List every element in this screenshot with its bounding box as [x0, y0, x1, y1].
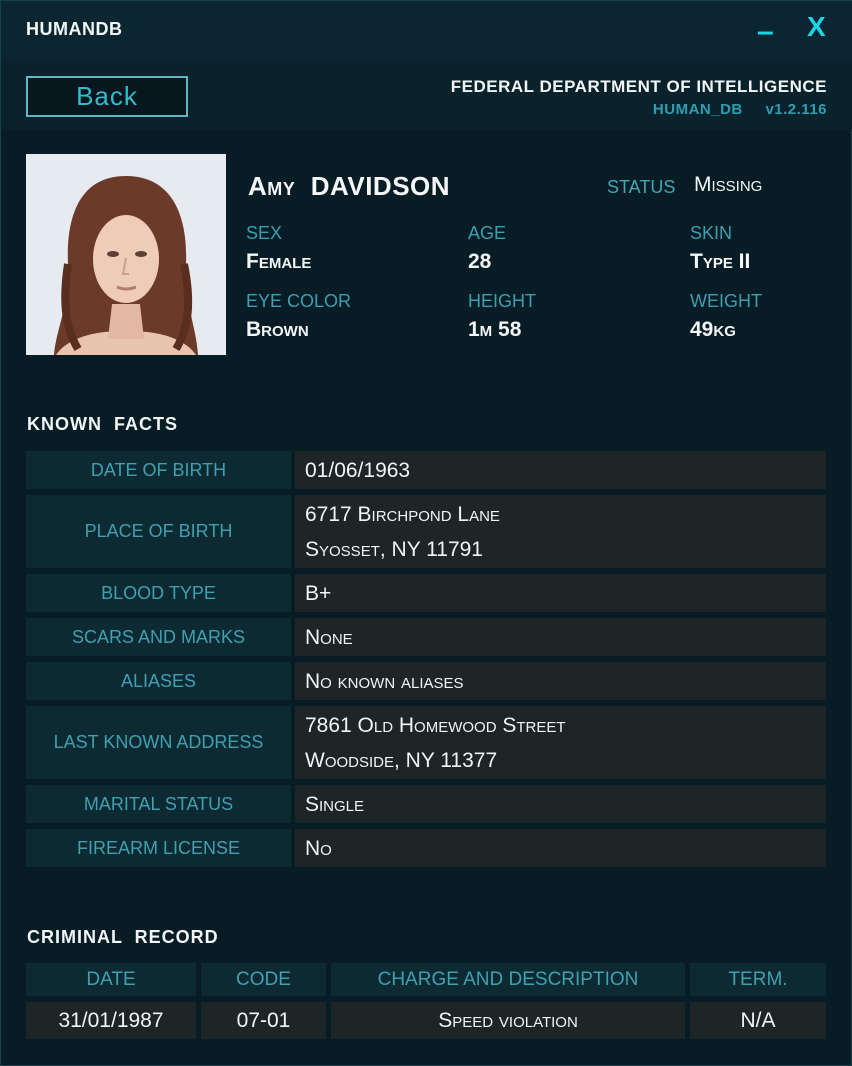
height-label: HEIGHT	[468, 291, 537, 311]
fact-value-line: B+	[305, 581, 332, 605]
skin-label: SKIN	[690, 223, 733, 243]
fact-value-line: None	[305, 625, 353, 649]
status-label: STATUS	[607, 177, 676, 197]
minimize-button[interactable]: –	[757, 17, 774, 47]
fact-value: No	[295, 829, 826, 867]
agency-name: FEDERAL DEPARTMENT OF INTELLIGENCE	[450, 77, 827, 96]
weight-label: WEIGHT	[690, 291, 762, 311]
fact-value: No known aliases	[295, 662, 826, 700]
age-label: AGE	[468, 223, 507, 243]
criminal-record-title: CRIMINAL RECORD	[27, 927, 219, 947]
record-code-cell: 07-01	[201, 1002, 326, 1039]
fact-value: 7861 Old Homewood Street Woodside, NY 11…	[295, 706, 826, 779]
sex-label: SEX	[246, 223, 283, 243]
profile-photo	[26, 154, 226, 355]
app-title: HUMANDB	[26, 19, 123, 39]
fact-label: ALIASES	[26, 662, 291, 700]
fact-value-line: 7861 Old Homewood Street	[305, 713, 566, 737]
fact-label: FIREARM LICENSE	[26, 829, 291, 867]
known-facts-title: KNOWN FACTS	[27, 414, 178, 434]
skin-value: Type II	[690, 250, 751, 273]
first-name: Amy	[248, 171, 296, 201]
fact-value: Single	[295, 785, 826, 823]
humandb-window: HUMANDB – X Back FEDERAL DEPARTMENT OF I…	[0, 0, 852, 1066]
fact-value-line: Single	[305, 792, 365, 816]
height-value: 1m 58	[468, 318, 522, 341]
fact-value: 6717 Birchpond Lane Syosset, NY 11791	[295, 495, 826, 568]
sex-value: Female	[246, 250, 312, 273]
fact-value-line: No known aliases	[305, 669, 464, 693]
weight-value: 49kg	[690, 318, 736, 341]
fact-label: SCARS AND MARKS	[26, 618, 291, 656]
fact-label: BLOOD TYPE	[26, 574, 291, 612]
fact-value-line: 6717 Birchpond Lane	[305, 502, 500, 526]
fact-label: LAST KNOWN ADDRESS	[26, 706, 291, 779]
fact-value-line: No	[305, 836, 332, 860]
record-date-cell: 31/01/1987	[26, 1002, 196, 1039]
column-header-term: TERM.	[690, 963, 826, 996]
close-button[interactable]: X	[807, 13, 826, 41]
column-header-date: DATE	[26, 963, 196, 996]
fact-label: DATE OF BIRTH	[26, 451, 291, 489]
eye-color-value: Brown	[246, 318, 309, 341]
title-bar: HUMANDB – X	[1, 1, 852, 61]
fact-value-line: Syosset, NY 11791	[305, 537, 483, 561]
column-header-code: CODE	[201, 963, 326, 996]
fact-value-line: Woodside, NY 11377	[305, 748, 498, 772]
column-header-charge: CHARGE AND DESCRIPTION	[331, 963, 685, 996]
fact-value: 01/06/1963	[295, 451, 826, 489]
portrait-image	[26, 154, 226, 355]
record-term-cell: N/A	[690, 1002, 826, 1039]
fact-value-line: 01/06/1963	[305, 458, 411, 482]
fact-value: B+	[295, 574, 826, 612]
record-charge-cell: Speed violation	[331, 1002, 685, 1039]
db-info: HUMAN_DB v1.2.116	[635, 101, 827, 118]
fact-label: PLACE OF BIRTH	[26, 495, 291, 568]
db-version: v1.2.116	[765, 101, 827, 118]
fact-label: MARITAL STATUS	[26, 785, 291, 823]
age-value: 28	[468, 250, 492, 273]
header-bar: Back FEDERAL DEPARTMENT OF INTELLIGENCE …	[1, 61, 852, 129]
eye-color-label: EYE COLOR	[246, 291, 352, 311]
db-name: HUMAN_DB	[652, 101, 743, 118]
fact-value: None	[295, 618, 826, 656]
last-name: DAVIDSON	[310, 171, 451, 201]
status-value: Missing	[694, 173, 763, 196]
person-name: Amy DAVIDSON	[248, 171, 450, 202]
back-button[interactable]: Back	[26, 76, 188, 117]
